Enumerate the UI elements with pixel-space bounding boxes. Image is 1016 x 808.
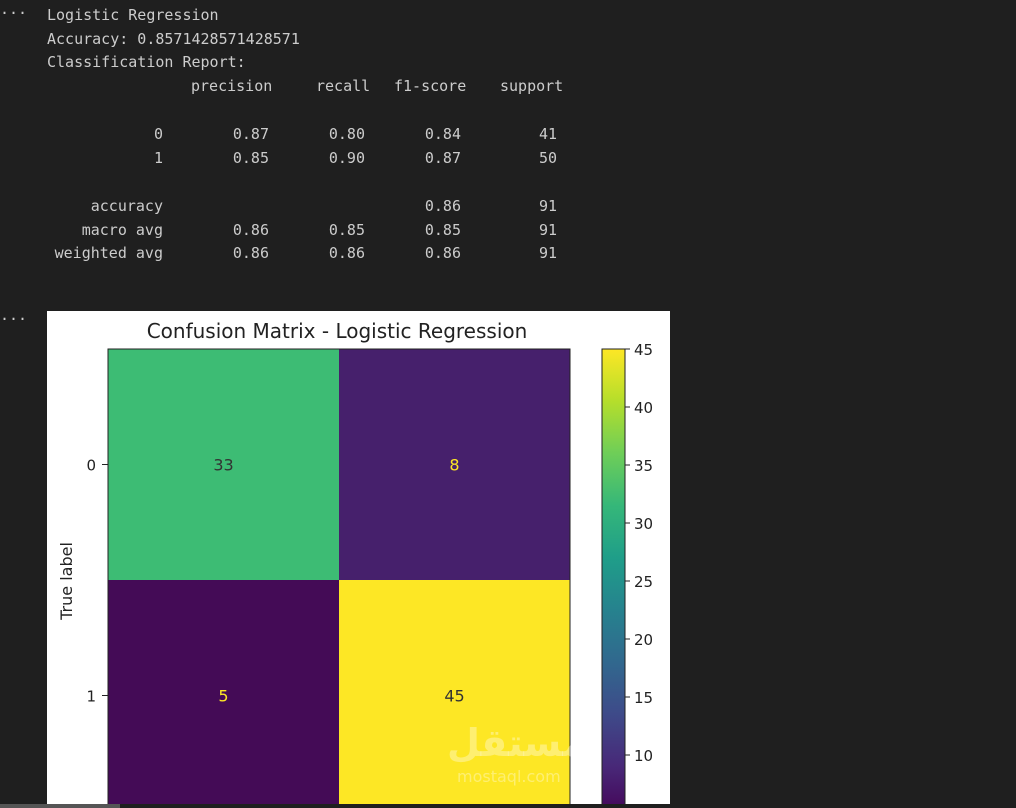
report-col-support: support [500, 77, 564, 95]
cell-output-menu-1[interactable]: ··· [0, 4, 27, 22]
report-cell-recall: 0.85 [328, 221, 365, 239]
confusion-matrix-figure: Confusion Matrix - Logistic Regression T… [47, 311, 670, 808]
chart-title: Confusion Matrix - Logistic Regression [147, 319, 528, 343]
colorbar-tick-label: 25 [634, 573, 653, 591]
colorbar-tick-label: 35 [634, 457, 653, 475]
matrix-cell-value: 8 [449, 456, 459, 475]
matrix-cell-value: 45 [444, 687, 464, 706]
y-tick-label: 1 [86, 688, 96, 706]
report-cell-f1: 0.86 [424, 197, 461, 215]
report-cell-label: macro avg [81, 221, 163, 239]
report-cell-precision: 0.86 [232, 244, 269, 262]
report-cell-support: 50 [538, 149, 557, 167]
report-cell-f1: 0.84 [424, 125, 461, 143]
colorbar-tick-label: 45 [634, 341, 653, 359]
report-cell-support: 91 [538, 221, 557, 239]
report-cell-support: 91 [538, 244, 557, 262]
report-cell-precision: 0.85 [232, 149, 269, 167]
watermark-latin: mostaql.com [457, 767, 561, 786]
model-name-text: Logistic Regression [47, 6, 219, 24]
matrix-cell-value: 33 [213, 456, 233, 475]
colorbar-tick-label: 15 [634, 689, 653, 707]
y-tick-label: 0 [86, 457, 96, 475]
report-cell-f1: 0.86 [424, 244, 461, 262]
report-cell-precision: 0.87 [232, 125, 269, 143]
report-cell-support: 41 [538, 125, 557, 143]
report-cell-f1: 0.85 [424, 221, 461, 239]
accuracy-text: Accuracy: 0.8571428571428571 [47, 30, 300, 48]
scrollbar-thumb[interactable] [0, 804, 120, 808]
report-cell-recall: 0.80 [328, 125, 365, 143]
report-cell-label: weighted avg [54, 244, 163, 262]
colorbar-tick-label: 40 [634, 399, 653, 417]
report-cell-label: 1 [153, 149, 163, 167]
colorbar-tick-label: 20 [634, 631, 653, 649]
watermark-arabic: مستقل [447, 721, 586, 765]
report-cell-support: 91 [538, 197, 557, 215]
report-cell-recall: 0.90 [328, 149, 365, 167]
y-axis-label: True label [57, 542, 76, 621]
report-cell-recall: 0.86 [328, 244, 365, 262]
report-cell-f1: 0.87 [424, 149, 461, 167]
horizontal-scrollbar[interactable] [0, 804, 1016, 808]
colorbar-tick-label: 10 [634, 747, 653, 765]
colorbar-tick-label: 30 [634, 515, 653, 533]
report-cell-precision: 0.86 [232, 221, 269, 239]
report-cell-label: accuracy [90, 197, 163, 215]
report-col-precision: precision [191, 77, 273, 95]
colorbar [601, 348, 626, 808]
report-cell-label: 0 [153, 125, 163, 143]
report-col-f1: f1-score [394, 77, 467, 95]
report-col-recall: recall [316, 77, 371, 95]
cell-output-menu-2[interactable]: ··· [0, 310, 27, 328]
report-heading: Classification Report: [47, 53, 246, 71]
matrix-cell-value: 5 [218, 687, 228, 706]
